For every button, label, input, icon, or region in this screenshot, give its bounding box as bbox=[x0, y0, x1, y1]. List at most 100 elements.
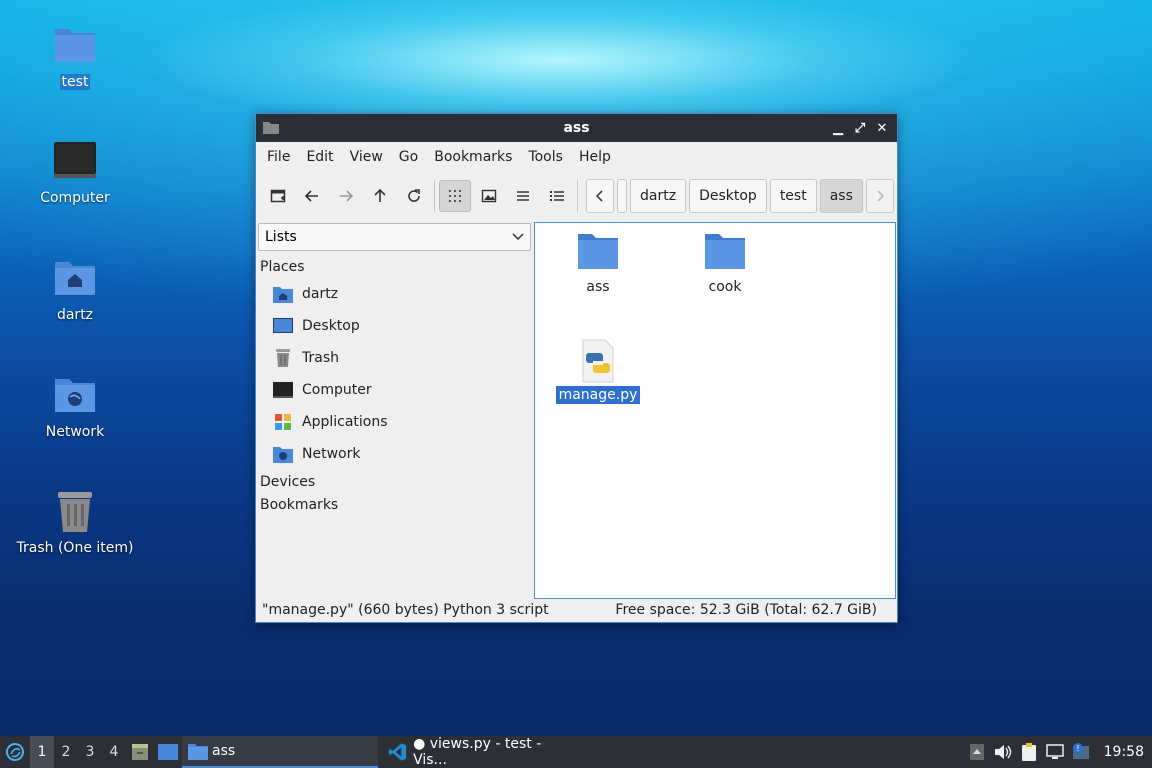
breadcrumb-gap bbox=[617, 179, 627, 213]
desktop-icon-computer[interactable]: Computer bbox=[10, 140, 140, 206]
breadcrumb-ass[interactable]: ass bbox=[819, 179, 863, 213]
file-view[interactable]: ass cook manage.py bbox=[534, 222, 896, 599]
window-titlebar[interactable]: ass ▁ ⤢ ✕ bbox=[256, 114, 897, 142]
workspace-4[interactable]: 4 bbox=[102, 736, 126, 768]
desktop-icon-trash[interactable]: Trash (One item) bbox=[10, 490, 140, 556]
folder-icon bbox=[263, 121, 279, 134]
menu-view[interactable]: View bbox=[342, 149, 391, 165]
menu-help[interactable]: Help bbox=[571, 149, 619, 165]
file-label: ass bbox=[586, 279, 610, 295]
toolbar-separator bbox=[577, 180, 578, 212]
maximize-icon[interactable]: ⤢ bbox=[851, 119, 869, 137]
file-item-manage-py[interactable]: manage.py bbox=[553, 339, 643, 404]
tray-expand-button[interactable] bbox=[964, 736, 990, 768]
home-folder-icon bbox=[273, 284, 293, 304]
sidebar-item-label: Network bbox=[302, 446, 361, 462]
bookmarks-header[interactable]: Bookmarks bbox=[257, 493, 531, 516]
system-tray: ! 19:58 bbox=[964, 736, 1152, 768]
workspace-2[interactable]: 2 bbox=[54, 736, 78, 768]
start-menu-button[interactable] bbox=[0, 736, 30, 768]
computer-icon bbox=[273, 380, 293, 400]
workspace-3[interactable]: 3 bbox=[78, 736, 102, 768]
network-monitor-icon bbox=[1045, 744, 1064, 759]
window-title: ass bbox=[563, 120, 590, 136]
show-desktop-button[interactable] bbox=[154, 736, 182, 768]
desktop-icon-test[interactable]: test bbox=[10, 24, 140, 90]
icon-view-button[interactable] bbox=[439, 180, 471, 212]
detailed-view-button[interactable] bbox=[541, 180, 573, 212]
up-button[interactable] bbox=[364, 180, 396, 212]
taskbar-task-ass[interactable]: ass bbox=[182, 736, 378, 768]
breadcrumb-scroll-left[interactable] bbox=[586, 179, 614, 213]
file-label: manage.py bbox=[555, 386, 641, 404]
new-tab-icon bbox=[270, 189, 286, 203]
status-free-space: Free space: 52.3 GiB (Total: 62.7 GiB) bbox=[615, 602, 877, 618]
sidebar-item-dartz[interactable]: dartz bbox=[257, 278, 531, 310]
desktop-icon-dartz[interactable]: dartz bbox=[10, 257, 140, 323]
menu-bookmarks[interactable]: Bookmarks bbox=[426, 149, 520, 165]
desktop-icon-label: Computer bbox=[40, 190, 110, 206]
sidebar-item-desktop[interactable]: Desktop bbox=[257, 310, 531, 342]
file-manager-launcher[interactable] bbox=[126, 736, 154, 768]
sidebar-item-network[interactable]: Network bbox=[257, 438, 531, 470]
sidebar-item-label: Applications bbox=[302, 414, 388, 430]
menubar: File Edit View Go Bookmarks Tools Help bbox=[256, 142, 897, 172]
status-selection: "manage.py" (660 bytes) Python 3 script bbox=[262, 602, 549, 618]
file-label: cook bbox=[708, 279, 742, 295]
new-tab-button[interactable] bbox=[262, 180, 294, 212]
compact-view-button[interactable] bbox=[507, 180, 539, 212]
network-icon bbox=[273, 444, 293, 464]
home-folder-icon bbox=[53, 257, 97, 301]
workspace-1[interactable]: 1 bbox=[30, 736, 54, 768]
back-button[interactable] bbox=[296, 180, 328, 212]
forward-button[interactable] bbox=[330, 180, 362, 212]
sidebar: Lists Places dartz Desktop Trash Compute… bbox=[257, 222, 531, 600]
sidebar-item-computer[interactable]: Computer bbox=[257, 374, 531, 406]
breadcrumb-desktop[interactable]: Desktop bbox=[689, 179, 767, 213]
places-header[interactable]: Places bbox=[257, 255, 531, 278]
chevron-right-icon bbox=[877, 190, 885, 202]
volume-button[interactable] bbox=[990, 736, 1016, 768]
sidebar-mode-select[interactable]: Lists bbox=[258, 223, 531, 251]
thumbnail-view-button[interactable] bbox=[473, 180, 505, 212]
network-folder-icon bbox=[53, 374, 97, 418]
arrow-up-icon bbox=[969, 744, 984, 760]
task-label: ass bbox=[212, 743, 236, 759]
breadcrumb-test[interactable]: test bbox=[769, 179, 817, 213]
folder-icon bbox=[576, 231, 620, 275]
minimize-icon[interactable]: ▁ bbox=[829, 119, 847, 137]
menu-edit[interactable]: Edit bbox=[298, 149, 341, 165]
breadcrumb: dartz Desktop test ass bbox=[586, 179, 897, 213]
network-status-button[interactable] bbox=[1042, 736, 1068, 768]
arrow-right-icon bbox=[340, 190, 354, 202]
close-icon[interactable]: ✕ bbox=[873, 119, 891, 137]
clipboard-button[interactable] bbox=[1016, 736, 1042, 768]
menu-go[interactable]: Go bbox=[391, 149, 426, 165]
sidebar-item-label: Trash bbox=[302, 350, 339, 366]
folder-icon bbox=[188, 744, 208, 760]
menu-tools[interactable]: Tools bbox=[520, 149, 571, 165]
arrow-left-icon bbox=[304, 190, 318, 202]
breadcrumb-scroll-right[interactable] bbox=[865, 179, 894, 213]
desktop-icon-network[interactable]: Network bbox=[10, 374, 140, 440]
file-item-ass[interactable]: ass bbox=[553, 231, 643, 295]
trash-icon bbox=[53, 490, 97, 534]
lxqt-logo-icon bbox=[6, 743, 24, 761]
grid-icon bbox=[449, 190, 461, 202]
sidebar-item-trash[interactable]: Trash bbox=[257, 342, 531, 374]
clipboard-icon bbox=[1021, 743, 1036, 761]
applications-icon bbox=[273, 412, 293, 432]
sidebar-mode-value: Lists bbox=[265, 229, 297, 245]
image-icon bbox=[481, 189, 497, 203]
clock[interactable]: 19:58 bbox=[1094, 744, 1152, 760]
file-item-cook[interactable]: cook bbox=[680, 231, 770, 295]
folder-icon bbox=[703, 231, 747, 275]
menu-file[interactable]: File bbox=[259, 149, 298, 165]
chevron-left-icon bbox=[595, 190, 603, 202]
notification-button[interactable]: ! bbox=[1068, 736, 1094, 768]
devices-header[interactable]: Devices bbox=[257, 470, 531, 493]
reload-button[interactable] bbox=[398, 180, 430, 212]
taskbar-task-vscode[interactable]: ● views.py - test - Vis... bbox=[378, 736, 578, 768]
sidebar-item-applications[interactable]: Applications bbox=[257, 406, 531, 438]
breadcrumb-dartz[interactable]: dartz bbox=[630, 179, 687, 213]
